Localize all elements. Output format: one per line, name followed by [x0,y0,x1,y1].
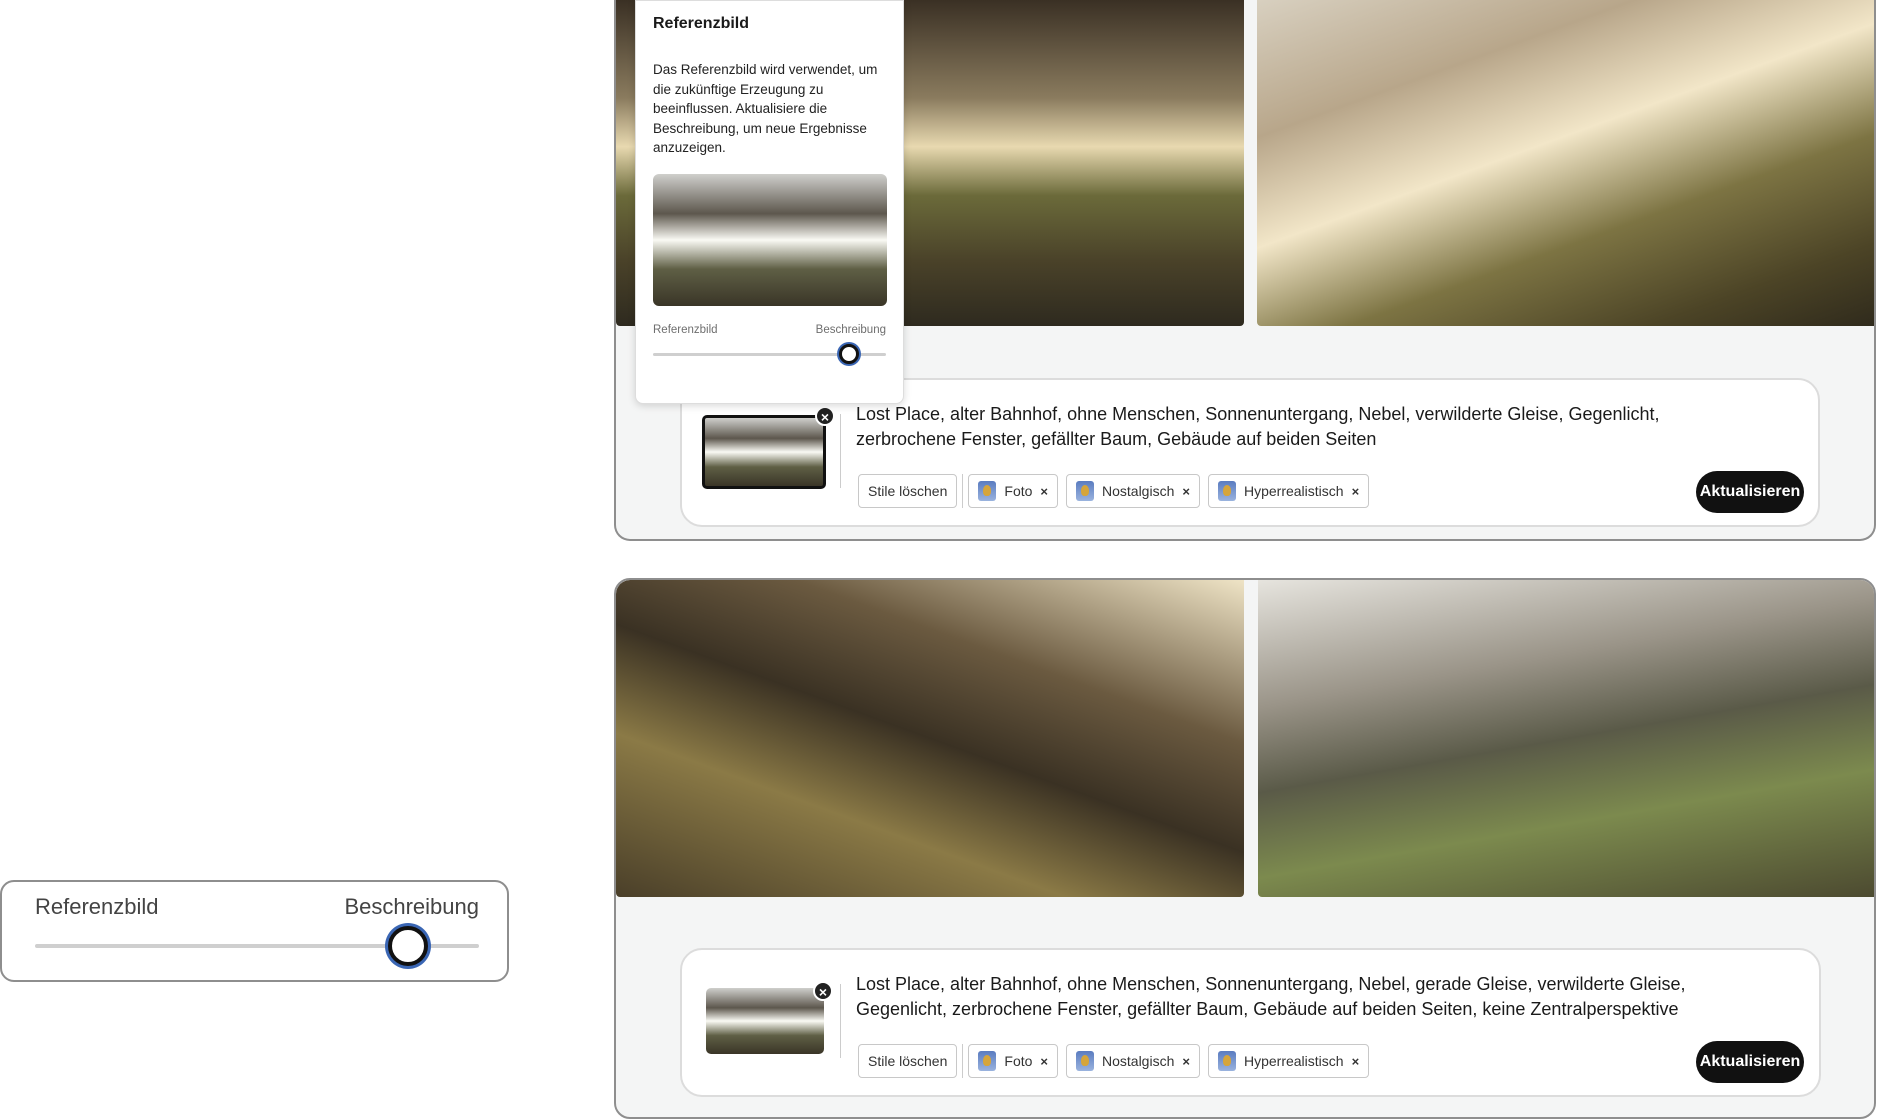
style-chip-hyperrealistisch: Hyperrealistisch × [1207,1044,1370,1078]
reference-image-thumbnail[interactable] [702,415,826,489]
style-chip-hyperrealistisch: Hyperrealistisch × [1207,474,1370,508]
reference-image-thumbnail[interactable] [706,988,824,1054]
style-chips: Stile löschen Foto × Nostalgisch × Hyperre… [858,474,1370,508]
update-button[interactable]: Aktualisieren [1696,1041,1804,1083]
style-thumbnail-icon [1217,1051,1236,1071]
remove-style-icon[interactable]: × [1040,484,1048,499]
style-thumbnail-icon [1076,1051,1094,1071]
remove-style-icon[interactable]: × [1352,1054,1360,1069]
style-chips: Stile löschen Foto × Nostalgisch × Hyperre… [858,1044,1370,1078]
slider-label-reference: Referenzbild [653,323,718,336]
slider-label-description: Beschreibung [815,323,886,336]
remove-reference-icon[interactable]: × [815,406,835,426]
style-label: Nostalgisch [1102,483,1175,499]
slider-thumb[interactable] [387,926,428,966]
divider [962,1044,964,1078]
style-label: Nostalgisch [1102,1053,1175,1069]
clear-styles-label: Stile löschen [868,1053,948,1069]
prompt-text[interactable]: Lost Place, alter Bahnhof, ohne Menschen… [856,972,1776,1022]
style-thumbnail-icon [978,481,997,501]
remove-style-icon[interactable]: × [1352,484,1360,499]
slider-label-reference: Referenzbild [35,894,159,919]
style-label: Foto [1004,483,1033,499]
prompt-box: × Lost Place, alter Bahnhof, ohne Mensch… [680,948,1821,1097]
divider [840,984,841,1058]
remove-style-icon[interactable]: × [1040,1054,1048,1069]
slider-detail-card: Referenzbild Beschreibung [0,880,509,982]
bottom-result-panel: × Lost Place, alter Bahnhof, ohne Mensch… [614,578,1876,1119]
style-chip-nostalgisch: Nostalgisch × [1066,474,1200,508]
remove-style-icon[interactable]: × [1182,1054,1190,1069]
generated-image-4[interactable] [1258,580,1874,897]
slider-thumb[interactable] [838,343,859,364]
reference-image-popover: Referenzbild Das Referenzbild wird verwe… [635,0,904,404]
style-thumbnail-icon [1076,481,1094,501]
clear-styles-button[interactable]: Stile löschen [858,1044,958,1078]
divider [962,474,964,508]
clear-styles-label: Stile löschen [868,483,948,499]
divider [840,414,841,488]
update-button[interactable]: Aktualisieren [1696,471,1804,513]
popover-title: Referenzbild [653,15,750,32]
style-label: Foto [1004,1053,1033,1069]
popover-description: Das Referenzbild wird verwendet, um die … [653,62,878,155]
style-label: Hyperrealistisch [1243,483,1344,499]
slider-labels: Referenzbild Beschreibung [653,324,886,336]
influence-slider[interactable] [35,926,479,966]
remove-reference-icon[interactable]: × [813,981,833,1001]
prompt-text[interactable]: Lost Place, alter Bahnhof, ohne Menschen… [856,402,1756,452]
influence-slider[interactable] [653,343,886,364]
slider-labels: Referenzbild Beschreibung [2,882,507,920]
style-label: Hyperrealistisch [1243,1053,1344,1069]
style-chip-nostalgisch: Nostalgisch × [1066,1044,1200,1078]
slider-label-description: Beschreibung [344,894,479,919]
style-chip-foto: Foto × [968,1044,1058,1078]
generated-image-3[interactable] [616,580,1244,897]
generated-image-2[interactable] [1257,0,1874,326]
clear-styles-button[interactable]: Stile löschen [858,474,958,508]
style-chip-foto: Foto × [968,474,1058,508]
style-thumbnail-icon [978,1051,997,1071]
style-thumbnail-icon [1217,481,1236,501]
reference-image [653,173,887,306]
remove-style-icon[interactable]: × [1182,484,1190,499]
